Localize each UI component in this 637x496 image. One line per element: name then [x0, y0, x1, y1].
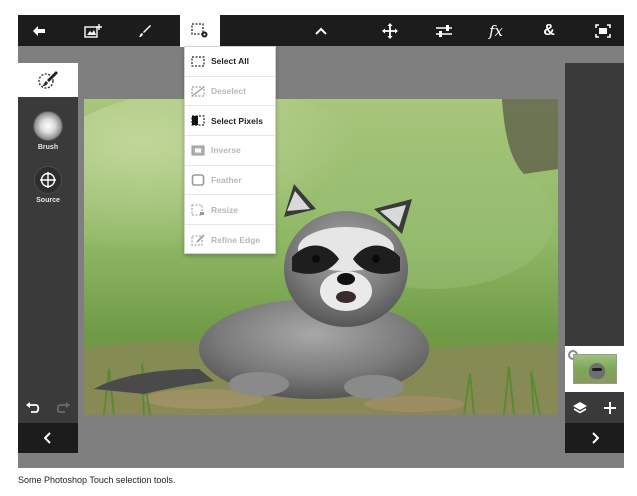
plus-icon[interactable] [603, 401, 617, 415]
chevron-left-icon [44, 432, 51, 444]
refine-edge-icon [191, 234, 205, 246]
adjustments-icon[interactable] [424, 15, 464, 46]
brush-tool[interactable]: Brush [18, 111, 78, 151]
undo-icon[interactable] [26, 402, 40, 414]
redo-icon[interactable] [56, 402, 70, 414]
selection-menu: Select All Deselect Select Pixels Invers… [184, 46, 276, 254]
move-icon[interactable] [370, 15, 410, 46]
left-tool-panel: Brush Source [18, 63, 78, 453]
top-toolbar: fx & [18, 15, 624, 47]
fullscreen-icon[interactable] [583, 15, 623, 46]
menu-item-inverse[interactable]: Inverse [185, 136, 275, 166]
crosshair-icon [34, 166, 62, 194]
inverse-icon [191, 144, 205, 156]
menu-item-select-all[interactable]: Select All [185, 47, 275, 77]
right-nav-button[interactable] [565, 423, 624, 453]
layer-actions-row [565, 394, 624, 422]
chevron-up-icon[interactable] [301, 15, 341, 46]
effects-icon[interactable]: fx [476, 15, 516, 46]
feather-icon [191, 174, 205, 186]
menu-item-refine-edge[interactable]: Refine Edge [185, 225, 275, 255]
menu-item-feather[interactable]: Feather [185, 166, 275, 196]
figure-caption: Some Photoshop Touch selection tools. [18, 475, 176, 485]
layers-icon[interactable] [572, 401, 588, 415]
raccoon-photo[interactable] [84, 99, 558, 415]
selection-tools-icon[interactable] [180, 15, 220, 47]
source-tool-label: Source [36, 197, 60, 204]
marquee-icon [191, 55, 205, 67]
left-nav-button[interactable] [18, 423, 78, 453]
menu-item-select-pixels[interactable]: Select Pixels [185, 106, 275, 137]
selection-brush-tab[interactable] [18, 63, 78, 97]
chevron-right-icon [591, 432, 599, 444]
layer-thumbnail-image [572, 354, 617, 384]
select-pixels-icon [191, 115, 205, 127]
menu-item-label: Resize [211, 204, 238, 215]
menu-item-label: Select Pixels [211, 115, 263, 126]
menu-item-resize[interactable]: Resize [185, 195, 275, 226]
brush-icon[interactable] [125, 15, 165, 46]
brush-size-icon [33, 111, 63, 141]
deselect-icon [191, 85, 205, 97]
right-layers-panel [565, 63, 624, 453]
combine-label: & [543, 21, 555, 39]
menu-item-label: Inverse [211, 145, 241, 156]
effects-label: fx [488, 21, 503, 40]
selection-brush-icon [38, 71, 58, 89]
brush-tool-label: Brush [37, 144, 59, 151]
back-arrow-icon[interactable] [19, 15, 59, 46]
menu-item-deselect[interactable]: Deselect [185, 77, 275, 107]
menu-item-label: Deselect [211, 86, 246, 97]
menu-item-label: Refine Edge [211, 234, 261, 245]
menu-item-label: Select All [211, 56, 249, 67]
add-image-icon[interactable] [73, 15, 113, 46]
source-tool[interactable]: Source [18, 166, 78, 204]
undo-redo-row [18, 397, 78, 419]
resize-icon [191, 204, 205, 216]
combine-icon[interactable]: & [529, 15, 569, 46]
photoshop-touch-app: fx & Brush Source Select All Deselect Se… [18, 15, 624, 468]
layer-thumbnail[interactable] [565, 346, 624, 392]
menu-item-label: Feather [211, 175, 242, 186]
